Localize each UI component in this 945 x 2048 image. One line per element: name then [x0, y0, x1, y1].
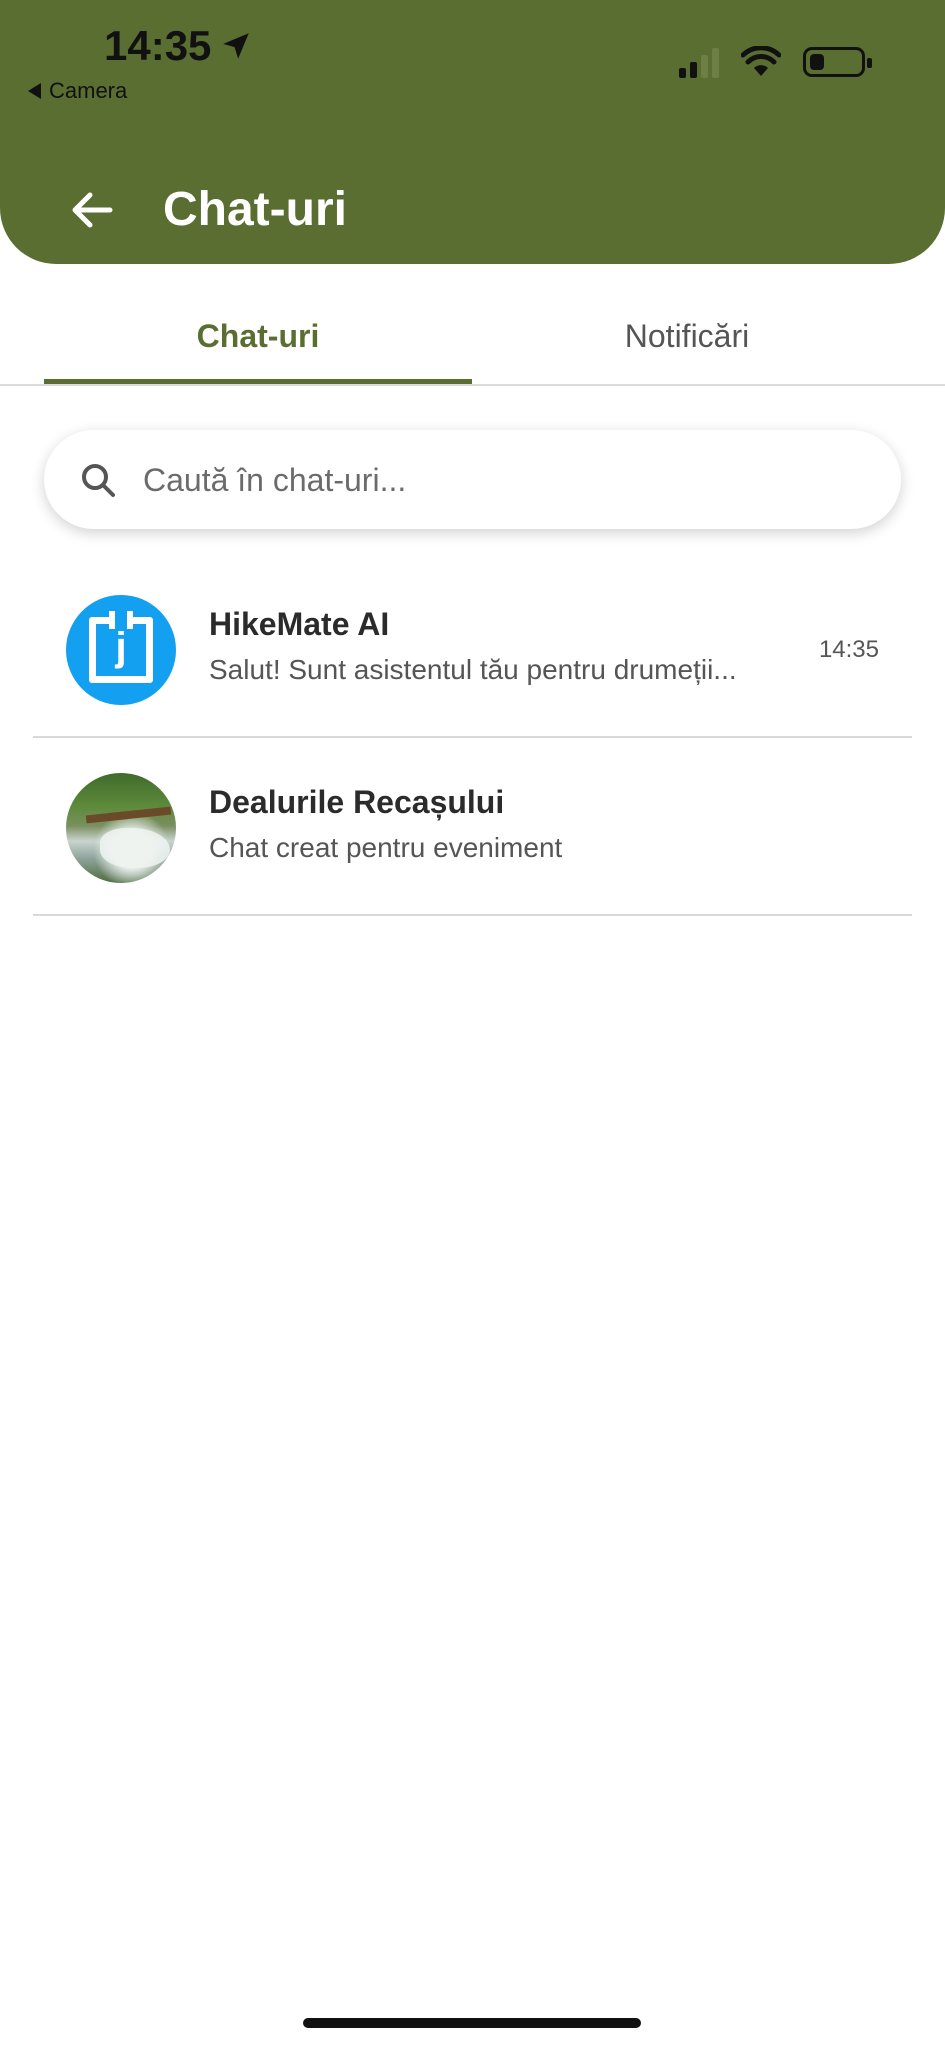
tab-chats[interactable]: Chat-uri [44, 318, 472, 384]
page-title: Chat-uri [163, 183, 347, 236]
chat-list-screen: 14:35 Camera Chat-uri Chat-uri Notificăr… [0, 0, 945, 2048]
tab-bar: Chat-uri Notificări [0, 298, 945, 386]
chat-list-item[interactable]: Dealurile Recașului Chat creat pentru ev… [33, 738, 912, 916]
tab-notifications[interactable]: Notificări [472, 318, 902, 384]
search-bar[interactable] [44, 430, 901, 529]
chat-time: 14:35 [818, 636, 879, 663]
battery-icon [803, 47, 872, 77]
header-row: Chat-uri [0, 170, 945, 250]
wifi-icon [741, 46, 781, 78]
location-arrow-icon [223, 33, 250, 59]
search-input[interactable] [143, 450, 863, 510]
app-header: 14:35 Camera Chat-uri [0, 0, 945, 264]
waterfall-photo-avatar [66, 773, 176, 883]
ai-logo-avatar: j [66, 595, 176, 705]
arrow-left-icon[interactable] [70, 190, 114, 230]
avatar-letter: j [115, 625, 127, 669]
back-to-app-label: Camera [49, 78, 128, 103]
home-indicator[interactable] [303, 2018, 641, 2028]
search-icon [82, 464, 115, 497]
cellular-signal-icon [679, 46, 719, 78]
status-bar-time: 14:35 [104, 22, 253, 70]
chat-name: HikeMate AI [209, 606, 390, 642]
status-bar-indicators [679, 46, 872, 78]
status-time-text: 14:35 [104, 22, 212, 69]
back-triangle-icon [28, 83, 41, 99]
chat-list-item[interactable]: j HikeMate AI Salut! Sunt asistentul tău… [33, 560, 912, 738]
chat-preview: Chat creat pentru eveniment [209, 832, 563, 863]
chat-preview: Salut! Sunt asistentul tău pentru drumeț… [209, 654, 737, 685]
chat-name: Dealurile Recașului [209, 784, 505, 820]
back-to-app-link[interactable]: Camera [28, 78, 127, 104]
